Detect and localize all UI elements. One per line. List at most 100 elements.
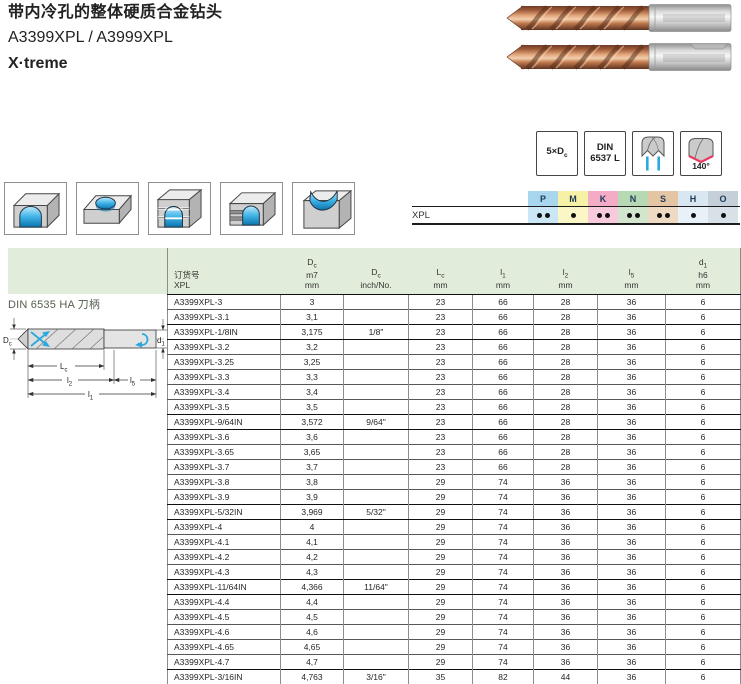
cell-l1: 66 bbox=[473, 384, 534, 399]
title-block: 带内冷孔的整体硬质合金钻头 A3399XPL / A3999XPL X·trem… bbox=[8, 5, 223, 72]
dim-label-d1: d1 bbox=[157, 336, 165, 348]
cell-order-no: A3399XPL-3.9 bbox=[168, 489, 281, 504]
cell-lc: 23 bbox=[409, 429, 473, 444]
suitability-dot bbox=[635, 213, 640, 218]
cell-l2: 36 bbox=[534, 594, 598, 609]
header-row: 订货号XPL Dc m7mm Dc inch/No. Lc mm l1 mm bbox=[168, 248, 741, 294]
cell-l5: 36 bbox=[598, 294, 666, 309]
cell-lc: 23 bbox=[409, 399, 473, 414]
cell-l1: 74 bbox=[473, 549, 534, 564]
cell-l5: 36 bbox=[598, 474, 666, 489]
cell-dc-mm: 3,8 bbox=[281, 474, 344, 489]
col-header-l5: l5 mm bbox=[598, 248, 666, 294]
stacked-plates-icon bbox=[150, 184, 209, 233]
cell-l1: 74 bbox=[473, 639, 534, 654]
table-row: A3399XPL-3.253,25236628366 bbox=[168, 354, 741, 369]
material-dots-P bbox=[528, 207, 558, 223]
table-row: A3399XPL-4.34,3297436366 bbox=[168, 564, 741, 579]
cell-l2: 28 bbox=[534, 369, 598, 384]
cell-dc-mm: 3,25 bbox=[281, 354, 344, 369]
cell-d1: 6 bbox=[666, 669, 741, 684]
cell-dc-mm: 4,7 bbox=[281, 654, 344, 669]
cell-dc-mm: 3,7 bbox=[281, 459, 344, 474]
suitability-dot bbox=[571, 213, 576, 218]
cell-l5: 36 bbox=[598, 414, 666, 429]
cell-dc-mm: 4,366 bbox=[281, 579, 344, 594]
length-ratio-badge: 5×Dc bbox=[536, 131, 578, 176]
cell-dc-inch bbox=[344, 459, 409, 474]
cell-order-no: A3399XPL-11/64IN bbox=[168, 579, 281, 594]
material-column-S: S bbox=[648, 191, 678, 206]
through-hole-icon bbox=[6, 184, 65, 233]
cell-lc: 29 bbox=[409, 549, 473, 564]
cell-l1: 66 bbox=[473, 354, 534, 369]
cell-dc-inch bbox=[344, 564, 409, 579]
material-column-K: K bbox=[588, 191, 618, 206]
cell-lc: 23 bbox=[409, 339, 473, 354]
cell-l2: 36 bbox=[534, 519, 598, 534]
col-header-d1: d1 h6mm bbox=[666, 248, 741, 294]
cell-dc-inch bbox=[344, 489, 409, 504]
cell-dc-mm: 3,175 bbox=[281, 324, 344, 339]
cell-dc-mm: 4,6 bbox=[281, 624, 344, 639]
dim-label-l2: l2 bbox=[67, 376, 73, 388]
col-header-dc-mm: Dc m7mm bbox=[281, 248, 344, 294]
table-row: A3399XPL-9/64IN3,5729/64"236628366 bbox=[168, 414, 741, 429]
cell-lc: 29 bbox=[409, 504, 473, 519]
cell-l5: 36 bbox=[598, 369, 666, 384]
cell-l2: 28 bbox=[534, 444, 598, 459]
cell-order-no: A3399XPL-4.3 bbox=[168, 564, 281, 579]
cell-l5: 36 bbox=[598, 669, 666, 684]
cell-dc-mm: 3,572 bbox=[281, 414, 344, 429]
cell-d1: 6 bbox=[666, 654, 741, 669]
cell-l5: 36 bbox=[598, 444, 666, 459]
cell-l1: 74 bbox=[473, 489, 534, 504]
application-icon-stacked-plates bbox=[148, 182, 211, 235]
cell-dc-inch bbox=[344, 369, 409, 384]
cell-d1: 6 bbox=[666, 489, 741, 504]
shank-standard-label: DIN 6535 HA 刀柄 bbox=[8, 296, 100, 312]
cell-dc-inch bbox=[344, 639, 409, 654]
cell-dc-mm: 4,5 bbox=[281, 609, 344, 624]
cell-l2: 36 bbox=[534, 504, 598, 519]
cell-l1: 74 bbox=[473, 564, 534, 579]
cell-order-no: A3399XPL-3.7 bbox=[168, 459, 281, 474]
cell-d1: 6 bbox=[666, 639, 741, 654]
drill-point-angle-icon bbox=[683, 136, 719, 163]
cell-dc-inch: 9/64" bbox=[344, 414, 409, 429]
coolant-badge bbox=[632, 131, 674, 176]
page-title: 带内冷孔的整体硬质合金钻头 bbox=[8, 5, 223, 21]
cell-l1: 74 bbox=[473, 519, 534, 534]
din-standard-badge: DIN 6537 L bbox=[584, 131, 626, 176]
cell-l2: 36 bbox=[534, 549, 598, 564]
material-suitability-table: PMKNSHO XPL bbox=[412, 191, 740, 225]
material-column-P: P bbox=[528, 191, 558, 206]
product-photos bbox=[505, 3, 737, 75]
cell-dc-mm: 4,65 bbox=[281, 639, 344, 654]
suitability-dot bbox=[657, 213, 662, 218]
cell-d1: 6 bbox=[666, 459, 741, 474]
cell-lc: 29 bbox=[409, 534, 473, 549]
cell-lc: 23 bbox=[409, 384, 473, 399]
table-row: A3399XPL-4.14,1297436366 bbox=[168, 534, 741, 549]
cell-d1: 6 bbox=[666, 519, 741, 534]
application-icon-blind-hole bbox=[76, 182, 139, 235]
cell-dc-inch bbox=[344, 474, 409, 489]
material-column-N: N bbox=[618, 191, 648, 206]
col-header-l1: l1 mm bbox=[473, 248, 534, 294]
cell-dc-inch bbox=[344, 399, 409, 414]
cell-dc-mm: 4 bbox=[281, 519, 344, 534]
suitability-dot bbox=[537, 213, 542, 218]
suitability-dot bbox=[605, 213, 610, 218]
cell-dc-mm: 3,5 bbox=[281, 399, 344, 414]
table-row: A3399XPL-4.654,65297436366 bbox=[168, 639, 741, 654]
cell-d1: 6 bbox=[666, 444, 741, 459]
cell-dc-inch bbox=[344, 624, 409, 639]
material-dot-row bbox=[528, 207, 738, 223]
cell-dc-inch bbox=[344, 594, 409, 609]
application-icon-through-hole bbox=[4, 182, 67, 235]
cell-dc-inch bbox=[344, 549, 409, 564]
cell-lc: 23 bbox=[409, 369, 473, 384]
cell-lc: 23 bbox=[409, 459, 473, 474]
cell-order-no: A3399XPL-4 bbox=[168, 519, 281, 534]
